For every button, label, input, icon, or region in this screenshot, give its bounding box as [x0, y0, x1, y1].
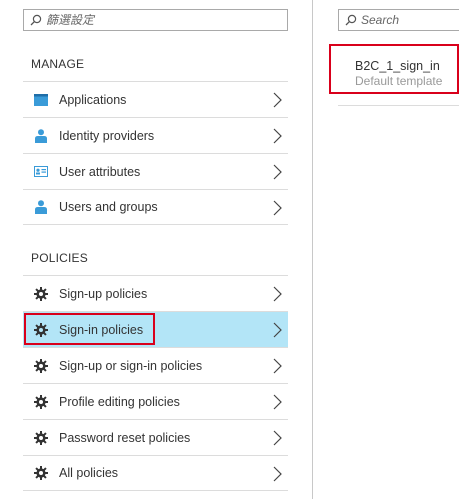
- manage-section-title: MANAGE: [31, 57, 85, 71]
- menu-item-label: All policies: [59, 466, 119, 480]
- settings-page: MANAGE Applications Identity providers: [0, 0, 459, 499]
- filter-settings-input[interactable]: [46, 11, 266, 29]
- identity-user-icon: [34, 128, 48, 143]
- policy-name: B2C_1_sign_in: [355, 59, 440, 73]
- menu-item-profile-editing-policies[interactable]: Profile editing policies: [23, 383, 288, 419]
- menu-item-label: Users and groups: [59, 200, 158, 214]
- menu-item-label: Password reset policies: [59, 430, 191, 445]
- policy-search-input[interactable]: [361, 11, 451, 29]
- menu-item-sign-in-policies[interactable]: Sign-in policies: [23, 311, 288, 347]
- chevron-right-icon: [273, 394, 282, 415]
- filter-settings-search[interactable]: [23, 9, 288, 31]
- chevron-right-icon: [273, 200, 282, 221]
- policy-list-item[interactable]: B2C_1_sign_in Default template: [338, 44, 459, 106]
- menu-item-applications[interactable]: Applications: [23, 81, 288, 117]
- menu-item-identity-providers[interactable]: Identity providers: [23, 117, 288, 153]
- chevron-right-icon: [273, 128, 282, 149]
- chevron-right-icon: [273, 164, 282, 185]
- chevron-right-icon: [273, 358, 282, 379]
- search-icon: [345, 14, 357, 26]
- chevron-right-icon: [273, 430, 282, 451]
- policy-search[interactable]: [338, 9, 459, 31]
- menu-item-sign-up-policies[interactable]: Sign-up policies: [23, 275, 288, 311]
- menu-item-password-reset-policies[interactable]: Password reset policies: [23, 419, 288, 455]
- menu-item-label: Applications: [59, 92, 127, 107]
- menu-item-label: User attributes: [59, 164, 141, 179]
- manage-menu: Applications Identity providers User att: [23, 81, 288, 225]
- blade-divider: [312, 0, 313, 499]
- menu-item-users-and-groups[interactable]: Users and groups: [23, 189, 288, 225]
- gear-icon: [34, 286, 48, 301]
- policy-template: Default template: [355, 74, 443, 88]
- settings-blade: MANAGE Applications Identity providers: [0, 0, 312, 499]
- menu-item-label: Identity providers: [59, 128, 155, 143]
- menu-item-all-policies[interactable]: All policies: [23, 455, 288, 491]
- menu-item-label: Sign-up policies: [59, 286, 148, 301]
- search-icon: [30, 14, 42, 26]
- menu-item-label: Profile editing policies: [59, 394, 180, 409]
- menu-item-user-attributes[interactable]: User attributes: [23, 153, 288, 189]
- user-icon: [34, 200, 48, 214]
- menu-item-label: Sign-in policies: [59, 322, 144, 337]
- chevron-right-icon: [273, 92, 282, 113]
- chevron-right-icon: [273, 466, 282, 487]
- gear-icon: [34, 322, 48, 337]
- policies-section-title: POLICIES: [31, 251, 88, 265]
- gear-icon: [34, 394, 48, 409]
- chevron-right-icon: [273, 322, 282, 343]
- gear-icon: [34, 466, 48, 480]
- gear-icon: [34, 430, 48, 445]
- id-card-icon: [34, 165, 48, 179]
- menu-item-label: Sign-up or sign-in policies: [59, 358, 203, 373]
- menu-item-sign-up-or-sign-in-policies[interactable]: Sign-up or sign-in policies: [23, 347, 288, 383]
- gear-icon: [34, 358, 48, 373]
- chevron-right-icon: [273, 286, 282, 307]
- applications-icon: [34, 93, 48, 107]
- policies-menu: Sign-up policies Sign-in policies Sign-u: [23, 275, 288, 491]
